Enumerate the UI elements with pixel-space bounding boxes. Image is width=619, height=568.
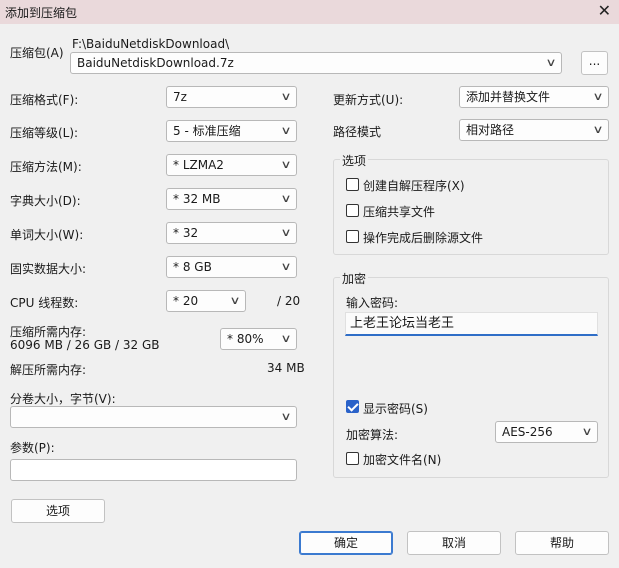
mem-decompress-value: 34 MB (267, 361, 305, 375)
title-bar: 添加到压缩包 ✕ (0, 0, 619, 24)
browse-button[interactable]: ... (581, 51, 608, 75)
level-select[interactable]: 5 - 标准压缩 ∨ (166, 120, 297, 142)
dict-select[interactable]: * 32 MB ∨ (166, 188, 297, 210)
chevron-down-icon: ∨ (280, 124, 292, 137)
show-password-label[interactable]: 显示密码(S) (363, 400, 428, 417)
help-button[interactable]: 帮助 (515, 531, 609, 555)
solid-select[interactable]: * 8 GB ∨ (166, 256, 297, 278)
solid-label: 固实数据大小: (10, 262, 87, 276)
word-select[interactable]: * 32 ∨ (166, 222, 297, 244)
password-input[interactable]: 上老王论坛当老王 (345, 312, 598, 336)
pathmode-select[interactable]: 相对路径 ∨ (459, 119, 609, 141)
encrypt-names-label[interactable]: 加密文件名(N) (363, 451, 441, 468)
close-icon[interactable]: ✕ (598, 2, 611, 20)
pathmode-label: 路径模式 (333, 125, 382, 139)
word-value: * 32 (173, 226, 199, 240)
encryption-method-value: AES-256 (502, 425, 553, 439)
volume-label: 分卷大小，字节(V): (10, 392, 116, 406)
encryption-group-title: 加密 (340, 270, 369, 287)
options-group-title: 选项 (340, 152, 369, 169)
mem-compress-detail: 6096 MB / 26 GB / 32 GB (10, 338, 160, 352)
threads-max: / 20 (277, 294, 301, 308)
shared-checkbox[interactable] (346, 204, 359, 217)
level-value: 5 - 标准压缩 (173, 124, 241, 138)
encryption-method-label: 加密算法: (346, 428, 399, 442)
chevron-down-icon: ∨ (592, 123, 604, 136)
chevron-down-icon: ∨ (280, 410, 292, 423)
chevron-down-icon: ∨ (280, 260, 292, 273)
threads-value: * 20 (173, 294, 199, 308)
dict-label: 字典大小(D): (10, 194, 81, 208)
chevron-down-icon: ∨ (280, 332, 292, 345)
method-label: 压缩方法(M): (10, 160, 82, 174)
format-label: 压缩格式(F): (10, 93, 79, 107)
chevron-down-icon: ∨ (280, 90, 292, 103)
format-value: 7z (173, 90, 187, 104)
threads-label: CPU 线程数: (10, 296, 79, 310)
chevron-down-icon: ∨ (545, 56, 557, 69)
update-select[interactable]: 添加并替换文件 ∨ (459, 86, 609, 108)
chevron-down-icon: ∨ (581, 425, 593, 438)
archive-filename: BaiduNetdiskDownload.7z (77, 56, 234, 70)
level-label: 压缩等级(L): (10, 126, 79, 140)
chevron-down-icon: ∨ (229, 294, 241, 307)
window-title: 添加到压缩包 (5, 6, 78, 20)
method-value: * LZMA2 (173, 158, 224, 172)
chevron-down-icon: ∨ (592, 90, 604, 103)
mem-usage-select[interactable]: * 80% ∨ (220, 328, 297, 350)
mem-usage-value: * 80% (227, 332, 264, 346)
delete-source-label[interactable]: 操作完成后删除源文件 (363, 229, 483, 246)
chevron-down-icon: ∨ (280, 192, 292, 205)
options-button[interactable]: 选项 (11, 499, 105, 523)
mem-decompress-label: 解压所需内存: (10, 363, 87, 377)
archive-filename-combo[interactable]: BaiduNetdiskDownload.7z ∨ (70, 52, 562, 74)
dict-value: * 32 MB (173, 192, 221, 206)
cancel-button[interactable]: 取消 (407, 531, 501, 555)
shared-label[interactable]: 压缩共享文件 (363, 203, 435, 220)
method-select[interactable]: * LZMA2 ∨ (166, 154, 297, 176)
solid-value: * 8 GB (173, 260, 212, 274)
volume-select[interactable]: ∨ (10, 406, 297, 428)
chevron-down-icon: ∨ (280, 226, 292, 239)
archive-path: F:\BaiduNetdiskDownload\ (72, 37, 230, 51)
pathmode-value: 相对路径 (466, 123, 515, 137)
threads-select[interactable]: * 20 ∨ (166, 290, 246, 312)
format-select[interactable]: 7z ∨ (166, 86, 297, 108)
params-label: 参数(P): (10, 441, 55, 455)
update-label: 更新方式(U): (333, 93, 404, 107)
delete-source-checkbox[interactable] (346, 230, 359, 243)
ok-button[interactable]: 确定 (299, 531, 393, 555)
encryption-method-select[interactable]: AES-256 ∨ (495, 421, 598, 443)
chevron-down-icon: ∨ (280, 158, 292, 171)
sfx-label[interactable]: 创建自解压程序(X) (363, 177, 465, 194)
archive-label: 压缩包(A) (10, 46, 64, 60)
params-input[interactable] (10, 459, 297, 481)
sfx-checkbox[interactable] (346, 178, 359, 191)
show-password-checkbox[interactable] (346, 400, 359, 413)
word-label: 单词大小(W): (10, 228, 84, 242)
password-label: 输入密码: (346, 296, 399, 310)
encrypt-names-checkbox[interactable] (346, 452, 359, 465)
update-value: 添加并替换文件 (466, 90, 551, 104)
